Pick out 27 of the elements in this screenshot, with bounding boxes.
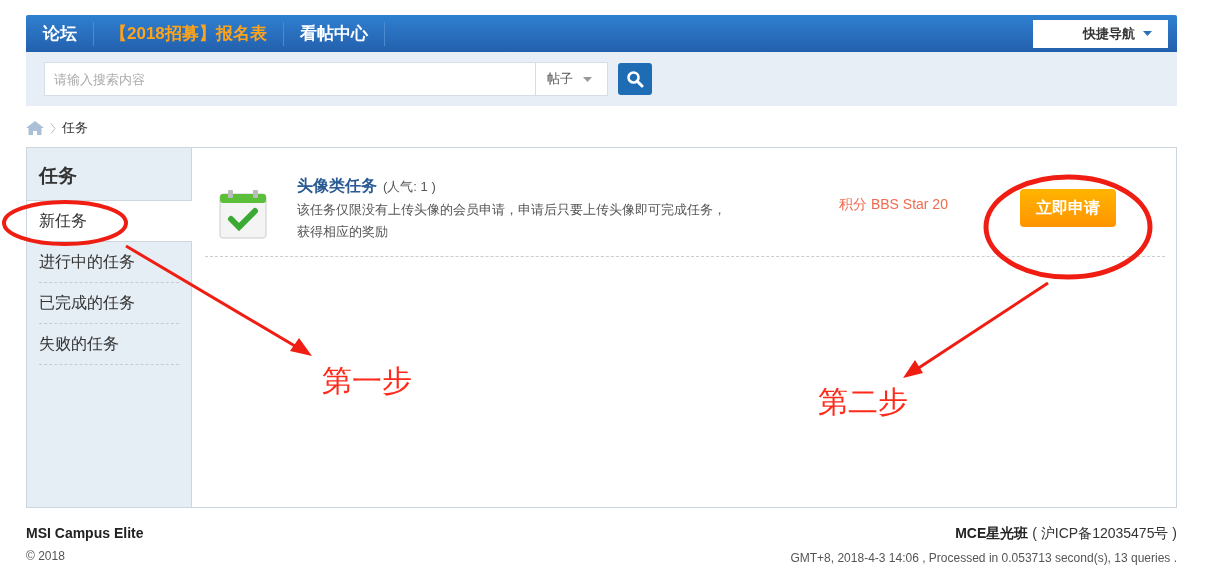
sidebar-item[interactable]: 失败的任务 (39, 324, 179, 365)
scope-dropdown[interactable]: 帖子 (535, 63, 607, 95)
sidebar-item[interactable]: 进行中的任务 (39, 242, 179, 283)
site-name[interactable]: MCE星光班 (955, 525, 1029, 543)
annotation-text: 第一步 (322, 366, 412, 396)
chevron-icon (50, 122, 56, 134)
reward-label: 积分 BBS Star 20 (839, 196, 948, 214)
caret-icon (1143, 31, 1152, 36)
site-name: MSI Campus Elite (26, 525, 144, 541)
quick-nav-button[interactable]: 快捷导航 (1033, 19, 1168, 48)
nav-link[interactable]: 论坛 (26, 21, 94, 46)
stats-text: GMT+8, 2018-4-3 14:06 , Processed in 0.053713 second(s), 13 queries . (790, 551, 1177, 565)
popularity-label: (人气: 1 ) (383, 178, 436, 196)
annotation-text: 第二步 (818, 387, 908, 417)
caret-icon (583, 76, 592, 82)
search-icon (626, 70, 644, 88)
nav-link[interactable]: 看帖中心 (283, 21, 385, 46)
sidebar-item[interactable]: 新任务 (27, 201, 192, 242)
icp-link[interactable]: ( 沪ICP备12035475号 ) (1032, 525, 1177, 543)
breadcrumb-item[interactable]: 任务 (62, 119, 88, 137)
copyright-text: © 2018 (26, 549, 66, 563)
search-button[interactable] (618, 63, 652, 95)
calendar-check-icon (219, 190, 267, 240)
sidebar-item[interactable]: 已完成的任务 (39, 283, 179, 324)
search-field[interactable]: 请输入搜索内容 帖子 (44, 62, 608, 96)
task-title[interactable]: 头像类任务 (297, 176, 377, 197)
task-description: 该任务仅限没有上传头像的会员申请，申请后只要上传头像即可完成任务，获得相应的奖励 (297, 201, 727, 241)
